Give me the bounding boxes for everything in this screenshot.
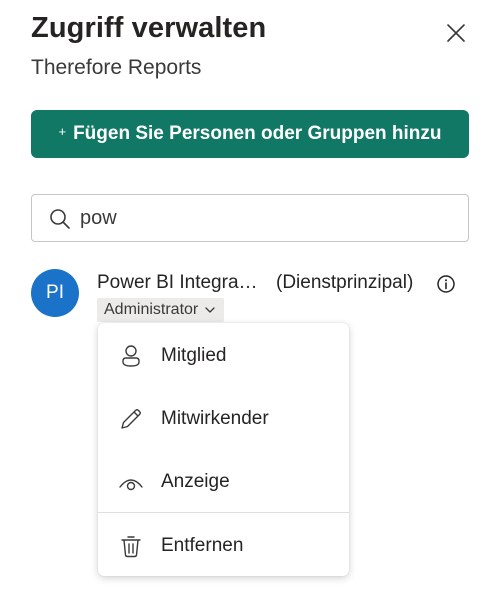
search-box[interactable] [31, 194, 469, 242]
eye-icon [119, 479, 143, 491]
panel-title: Zugriff verwalten [31, 12, 267, 44]
add-people-button[interactable]: + Fügen Sie Personen oder Gruppen hinzu [31, 110, 469, 158]
person-name: Power BI Integra… [97, 272, 258, 293]
person-type: (Dienstprinzipal) [276, 272, 414, 293]
avatar: PI [31, 269, 79, 317]
role-label: Administrator [104, 301, 199, 318]
add-people-label: Fügen Sie Personen oder Gruppen hinzu [73, 123, 442, 144]
close-icon[interactable] [443, 20, 469, 46]
menu-item-mitglied[interactable]: Mitglied [98, 328, 349, 384]
trash-icon [121, 536, 141, 558]
menu-item-entfernen[interactable]: Entfernen [98, 518, 349, 574]
plus-icon: + [58, 123, 67, 139]
role-dropdown[interactable]: Administrator [97, 298, 225, 322]
menu-item-label: Entfernen [161, 535, 244, 556]
menu-item-mitwirkender[interactable]: Mitwirkender [98, 391, 349, 447]
search-icon [50, 209, 70, 229]
menu-item-anzeige[interactable]: Anzeige [98, 454, 349, 510]
pencil-icon [121, 409, 141, 429]
info-icon[interactable] [436, 274, 456, 294]
role-menu: Mitglied Mitwirkender Anzeige Entfernen [98, 323, 349, 576]
panel-subtitle: Therefore Reports [31, 56, 202, 79]
search-input[interactable] [80, 201, 460, 235]
menu-item-label: Mitwirkender [161, 408, 269, 429]
menu-item-label: Mitglied [161, 345, 227, 366]
member-icon [122, 345, 140, 367]
menu-divider [98, 512, 349, 513]
menu-item-label: Anzeige [161, 471, 230, 492]
chevron-down-icon [205, 307, 215, 313]
